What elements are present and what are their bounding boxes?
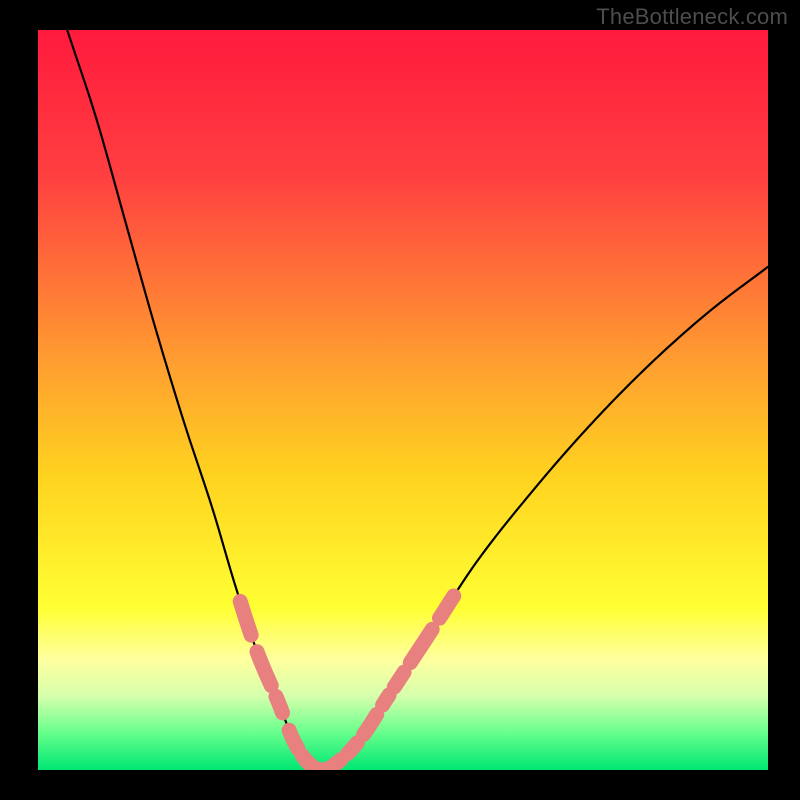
curve-marker: [383, 695, 390, 705]
bottleneck-chart: [0, 0, 800, 800]
watermark-text: TheBottleneck.com: [596, 4, 788, 30]
curve-marker: [240, 601, 251, 635]
curve-marker: [348, 743, 358, 754]
chart-frame: TheBottleneck.com: [0, 0, 800, 800]
plot-area-gradient: [38, 30, 768, 770]
curve-marker: [394, 672, 404, 687]
curve-marker: [276, 696, 283, 712]
curve-marker: [334, 760, 341, 765]
curve-marker: [289, 730, 298, 748]
